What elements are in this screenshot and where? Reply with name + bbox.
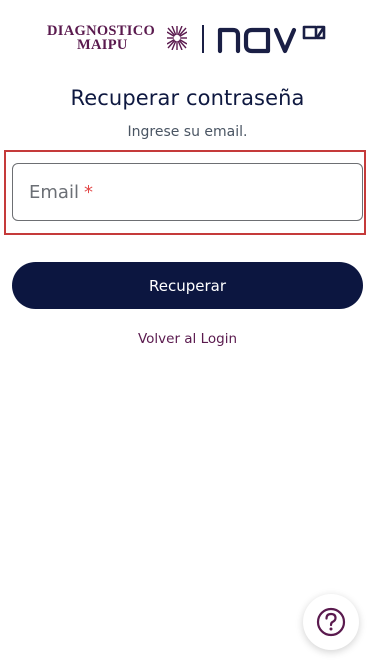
nav-logo: nav [217, 25, 326, 54]
email-field-label: Email * [29, 182, 93, 203]
help-button[interactable] [303, 594, 359, 650]
page-subtitle: Ingrese su email. [127, 124, 248, 140]
recover-password-page: DIAGNOSTICO MAIPU Recuperar contraseña I… [0, 0, 375, 667]
sunburst-emblem-icon [167, 26, 187, 50]
page-title: Recuperar contraseña [70, 86, 305, 110]
diagnostico-maipu-logo: DIAGNOSTICO MAIPU [47, 24, 187, 54]
email-label-text: Email [29, 182, 79, 203]
email-field[interactable]: Email * [12, 163, 363, 221]
logo-text-line2: MAIPU [77, 37, 128, 53]
logo-divider [202, 25, 204, 53]
recover-button[interactable]: Recuperar [12, 262, 363, 309]
header: DIAGNOSTICO MAIPU [0, 22, 375, 56]
question-circle-icon [316, 607, 346, 637]
required-asterisk: * [83, 182, 93, 203]
back-to-login-link[interactable]: Volver al Login [0, 331, 375, 347]
